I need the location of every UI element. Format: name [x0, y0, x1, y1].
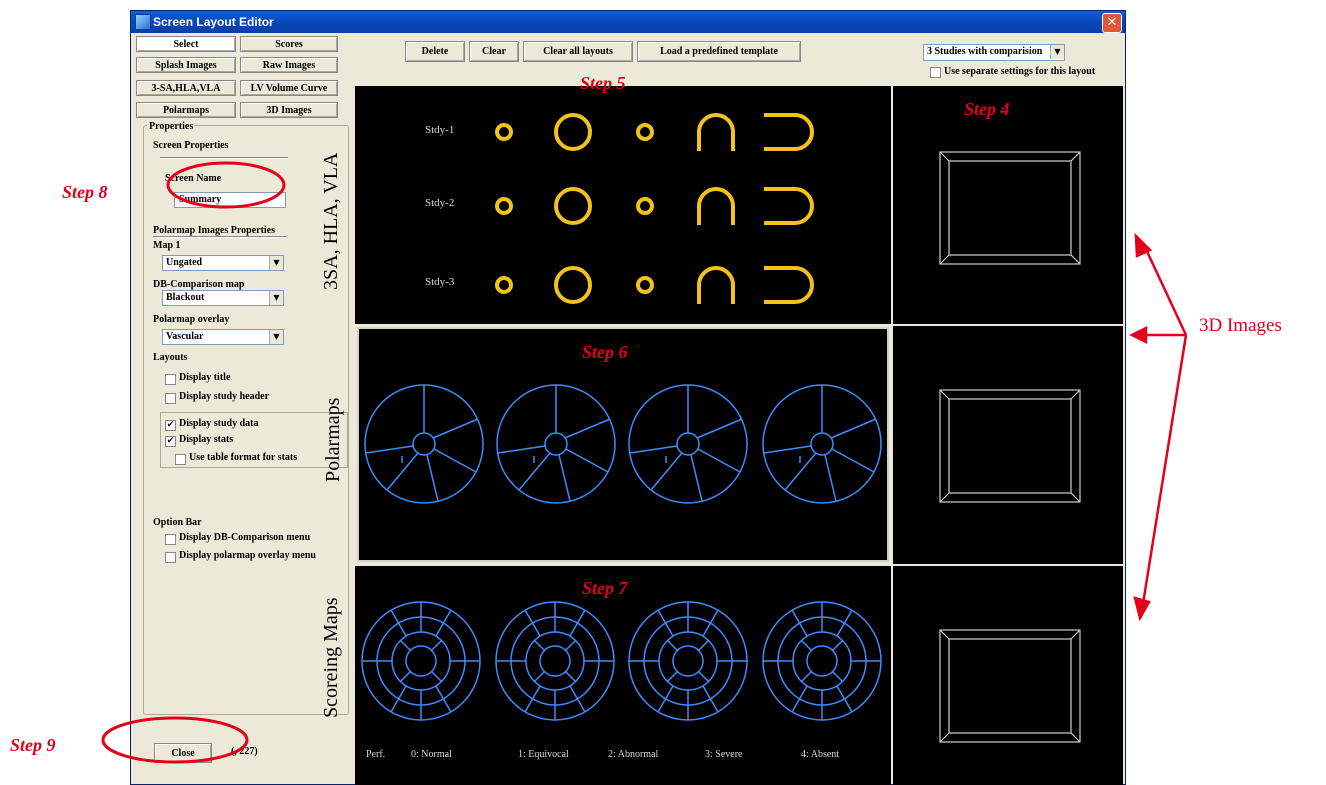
- step8-annotation: Step 8: [62, 182, 108, 202]
- polarmap-2: [496, 384, 616, 504]
- step9-ellipse: [101, 716, 249, 764]
- polarmap-1: [364, 384, 484, 504]
- legend-abnormal: 2: Abnormal: [608, 749, 659, 760]
- scoring-map-3: [628, 601, 748, 721]
- step5-annotation: Step 5: [580, 73, 626, 93]
- scoring-map-2: [495, 601, 615, 721]
- step6-annotation: Step 6: [582, 342, 628, 362]
- legend-absent: 4: Absent: [801, 749, 840, 760]
- polarmap-3: [628, 384, 748, 504]
- scoring-map-1: [361, 601, 481, 721]
- sa-row-3: [495, 266, 814, 306]
- step7-annotation: Step 7: [582, 578, 628, 598]
- step4-annotation: Step 4: [964, 99, 1010, 119]
- row-label-sa-hla-vla: 3SA, HLA, VLA: [320, 152, 342, 290]
- polarmap-4: [762, 384, 882, 504]
- 3d-box-3: [939, 629, 1081, 743]
- step8-ellipse: [166, 161, 286, 209]
- panel-graphics: [101, 113, 1188, 764]
- legend-perf: Perf.: [366, 749, 386, 760]
- 3d-box-1: [939, 151, 1081, 265]
- row-label-scoring-maps: Scoreing Maps: [320, 597, 342, 718]
- 3d-box-2: [939, 389, 1081, 503]
- legend-normal: 0: Normal: [411, 749, 452, 760]
- step9-annotation: Step 9: [10, 735, 56, 755]
- sa-row-2: [495, 187, 814, 227]
- 3d-images-annotation: 3D Images: [1199, 315, 1282, 336]
- legend-severe: 3: Severe: [705, 749, 743, 760]
- scoring-map-4: [762, 601, 882, 721]
- row-label-polarmaps: Polarmaps: [322, 397, 344, 482]
- sa-row-1: [495, 113, 814, 153]
- legend-equivocal: 1: Equivocal: [518, 749, 569, 760]
- 3d-images-arrows: [1129, 232, 1188, 622]
